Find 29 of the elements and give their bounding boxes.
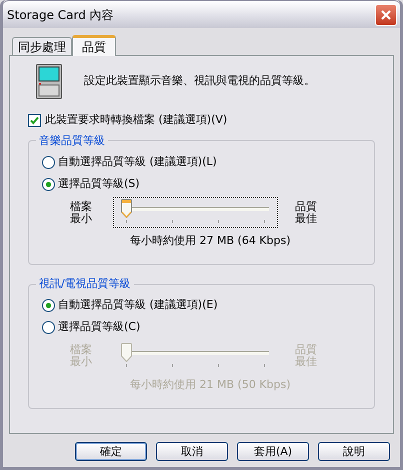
usage-reading: 每小時約使用 27 MB (64 Kbps)	[130, 234, 292, 248]
slider-min-label: 檔案最小	[70, 344, 92, 368]
group-title: 音樂品質等級	[38, 132, 106, 148]
slider-min-label: 檔案最小	[70, 200, 92, 224]
checkbox[interactable]	[28, 114, 41, 127]
window-title: Storage Card 內容	[7, 6, 114, 24]
dialog-button[interactable]: 確定	[75, 442, 147, 461]
checkbox-label: 此裝置要求時轉換檔案 (建議選項)(V)	[45, 112, 228, 128]
dialog-button[interactable]: 取消	[156, 442, 228, 461]
description-text: 設定此裝置顯示音樂、視訊與電視的品質等級。	[84, 73, 315, 90]
group-title: 視訊/電視品質等級	[38, 276, 132, 292]
radio-label: 自動選擇品質等級 (建議選項)(L)	[58, 154, 217, 170]
tab[interactable]: 同步處理	[12, 37, 72, 55]
device-icon	[36, 64, 62, 99]
radio-button[interactable]	[42, 178, 55, 190]
close-icon	[380, 8, 392, 20]
slider-max-label: 品質最佳	[295, 344, 317, 368]
radio-label: 選擇品質等級(C)	[58, 319, 140, 336]
slider[interactable]	[113, 197, 278, 228]
slider-max-label: 品質最佳	[295, 200, 317, 224]
tab[interactable]: 品質	[72, 35, 116, 56]
radio-label: 自動選擇品質等級 (建議選項)(E)	[58, 297, 218, 314]
dialog-button[interactable]: 套用(A)	[237, 442, 309, 461]
usage-reading: 每小時約使用 21 MB (50 Kbps)	[130, 378, 292, 392]
dialog-button[interactable]: 說明	[318, 442, 390, 461]
slider-thumb[interactable]	[121, 199, 132, 218]
radio-label: 選擇品質等級(S)	[58, 176, 140, 192]
radio-button[interactable]	[42, 156, 55, 168]
close-button[interactable]	[375, 4, 397, 26]
